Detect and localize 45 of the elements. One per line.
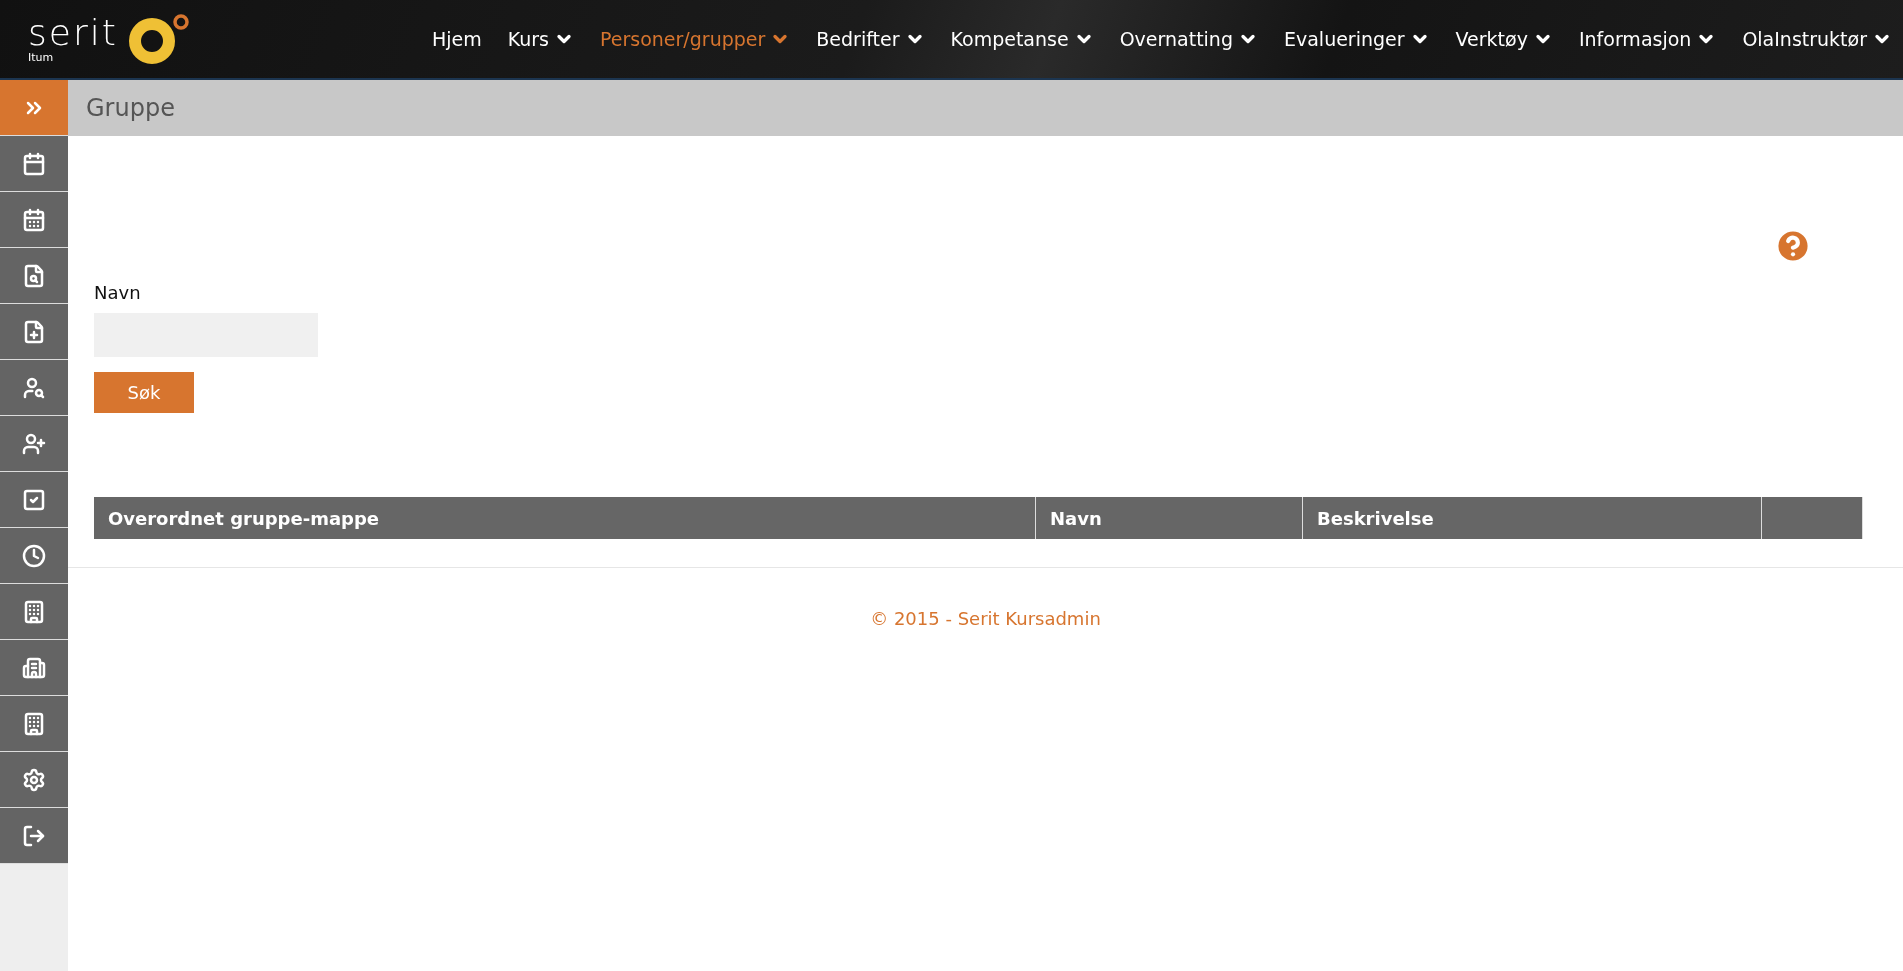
file-search-icon (22, 263, 46, 288)
clock-icon (22, 543, 46, 568)
sidebar-button[interactable] (0, 416, 68, 472)
nav-link[interactable]: Informasjon (1567, 28, 1728, 50)
sidebar-button[interactable] (0, 696, 68, 752)
field-label: Navn (94, 282, 142, 303)
nav-link[interactable]: Bedrifter (805, 28, 936, 50)
nav-link[interactable]: Evalueringer (1272, 28, 1441, 50)
nav-link[interactable]: Verktøy (1444, 28, 1564, 50)
nav-link[interactable]: Hjem (421, 28, 493, 50)
column-header: Navn (1036, 497, 1303, 539)
nav-link[interactable]: Overnatting (1108, 28, 1269, 50)
building-icon (22, 711, 46, 736)
sidebar-button[interactable] (0, 472, 68, 528)
ring-logo-icon (127, 11, 192, 67)
sidebar-button[interactable] (0, 136, 68, 192)
sidebar-button[interactable] (0, 192, 68, 248)
column-header: Beskrivelse (1303, 497, 1762, 539)
sidebar-button[interactable] (0, 360, 68, 416)
calendar-icon (22, 151, 46, 176)
column-header: Overordnet gruppe-mappe (94, 497, 1036, 539)
checkbox-icon (22, 487, 46, 512)
sidebar-button[interactable] (0, 248, 68, 304)
logo-text: serit (28, 14, 118, 51)
user-search-icon (22, 375, 46, 400)
sidebar-button[interactable] (0, 640, 68, 696)
sidebar-button[interactable] (0, 528, 68, 584)
settings-icon (22, 767, 46, 792)
nav-link[interactable]: Kurs (496, 28, 585, 50)
nav-link[interactable]: Kompetanse (939, 28, 1105, 50)
footer-text: © 2015 - Serit Kursadmin (869, 608, 1102, 629)
nav-link[interactable]: OlaInstruktør (1731, 28, 1903, 50)
logo-subtext: Itum (28, 50, 55, 64)
sidebar-button[interactable] (0, 808, 68, 864)
user-plus-icon (22, 431, 46, 456)
logout-icon (22, 823, 46, 848)
file-plus-icon (22, 319, 46, 344)
building-icon (22, 599, 46, 624)
page-title: Gruppe (86, 94, 175, 122)
nav-link[interactable]: Personer/grupper (589, 28, 802, 50)
sidebar-button[interactable] (0, 752, 68, 808)
calendar-icon (22, 207, 46, 232)
building-icon (22, 655, 46, 680)
sidebar-button[interactable] (0, 304, 68, 360)
sidebar-button[interactable] (0, 584, 68, 640)
